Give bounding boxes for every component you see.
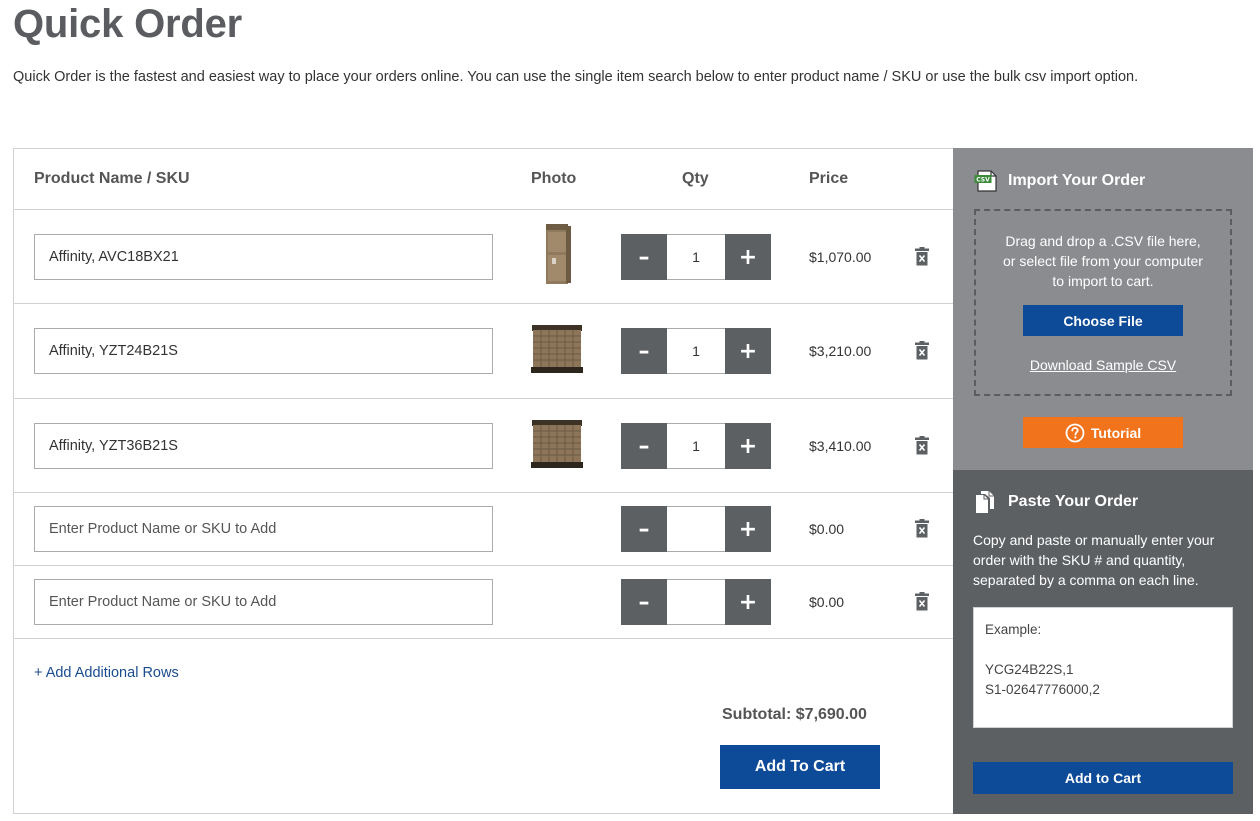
example-label: Example: <box>985 622 1042 637</box>
row-price: $0.00 <box>809 594 845 610</box>
row-price: $3,210.00 <box>809 343 872 359</box>
qty-input[interactable] <box>667 423 725 469</box>
increase-qty-button[interactable]: + <box>725 234 771 280</box>
quantity-stepper: – + <box>621 506 771 552</box>
decrease-qty-button[interactable]: – <box>621 328 667 374</box>
example-line: S1-02647776000,2 <box>985 682 1100 697</box>
qty-input[interactable] <box>667 579 725 625</box>
help-circle-icon <box>1065 423 1085 442</box>
trash-icon[interactable] <box>914 247 930 266</box>
csv-dropzone[interactable]: Drag and drop a .CSV file here, or selec… <box>974 209 1232 396</box>
decrease-qty-button[interactable]: – <box>621 579 667 625</box>
row-price: $1,070.00 <box>809 249 872 265</box>
dropzone-text: Drag and drop a .CSV file here, or selec… <box>1003 233 1203 289</box>
qty-input[interactable] <box>667 328 725 374</box>
tutorial-label: Tutorial <box>1090 424 1142 441</box>
svg-text:CSV: CSV <box>976 177 990 184</box>
decrease-qty-button[interactable]: – <box>621 234 667 280</box>
csv-file-icon: CSV <box>974 170 997 192</box>
header-qty: Qty <box>682 170 709 187</box>
subtotal: Subtotal: $7,690.00 <box>722 706 867 723</box>
header-photo: Photo <box>531 170 577 187</box>
trash-icon[interactable] <box>914 341 930 360</box>
sku-input[interactable] <box>34 328 493 374</box>
order-row-5: – + $0.00 <box>14 566 954 639</box>
qty-input[interactable] <box>667 234 725 280</box>
choose-file-button[interactable]: Choose File <box>1023 305 1183 336</box>
page-title: Quick Order <box>13 2 242 46</box>
import-order-panel: CSV Import Your Order Drag and drop a .C… <box>953 148 1253 470</box>
order-row-3: – + $3,410.00 <box>14 399 954 493</box>
paste-order-panel: Paste Your Order Copy and paste or manua… <box>953 470 1253 814</box>
quick-order-table: Product Name / SKU Photo Qty Price – + $… <box>13 148 954 814</box>
order-row-4: – + $0.00 <box>14 493 954 566</box>
paste-description: Copy and paste or manually enter your or… <box>973 532 1215 588</box>
header-price: Price <box>809 170 849 187</box>
paste-title: Paste Your Order <box>1008 493 1139 510</box>
page-intro: Quick Order is the fastest and easiest w… <box>13 69 1139 85</box>
sku-input[interactable] <box>34 506 493 552</box>
import-title: Import Your Order <box>1008 172 1146 189</box>
trash-icon[interactable] <box>914 592 930 611</box>
order-row-1: – + $1,070.00 <box>14 210 954 304</box>
quantity-stepper: – + <box>621 579 771 625</box>
air-handler-photo <box>546 224 571 284</box>
quantity-stepper: – + <box>621 328 771 374</box>
add-to-cart-button[interactable]: Add To Cart <box>720 745 880 789</box>
increase-qty-button[interactable]: + <box>725 506 771 552</box>
table-header: Product Name / SKU Photo Qty Price <box>14 149 954 210</box>
increase-qty-button[interactable]: + <box>725 579 771 625</box>
decrease-qty-button[interactable]: – <box>621 423 667 469</box>
row-price: $3,410.00 <box>809 438 872 454</box>
trash-icon[interactable] <box>914 519 930 538</box>
condenser-unit-photo <box>531 420 583 468</box>
paste-order-textarea[interactable]: Example: YCG24B22S,1 S1-02647776000,2 <box>973 607 1233 728</box>
increase-qty-button[interactable]: + <box>725 423 771 469</box>
increase-qty-button[interactable]: + <box>725 328 771 374</box>
decrease-qty-button[interactable]: – <box>621 506 667 552</box>
documents-icon <box>976 491 994 513</box>
example-line: YCG24B22S,1 <box>985 662 1074 677</box>
quantity-stepper: – + <box>621 234 771 280</box>
tutorial-button[interactable]: Tutorial <box>1023 417 1183 448</box>
sku-input[interactable] <box>34 579 493 625</box>
sku-input[interactable] <box>34 234 493 280</box>
download-sample-csv-link[interactable]: Download Sample CSV <box>976 357 1230 373</box>
paste-add-to-cart-button[interactable]: Add to Cart <box>973 762 1233 794</box>
row-price: $0.00 <box>809 521 845 537</box>
trash-icon[interactable] <box>914 436 930 455</box>
sku-input[interactable] <box>34 423 493 469</box>
condenser-unit-photo <box>531 325 583 373</box>
order-row-2: – + $3,210.00 <box>14 304 954 399</box>
quantity-stepper: – + <box>621 423 771 469</box>
add-additional-rows-link[interactable]: + Add Additional Rows <box>34 665 179 681</box>
qty-input[interactable] <box>667 506 725 552</box>
header-product-name: Product Name / SKU <box>34 170 190 187</box>
